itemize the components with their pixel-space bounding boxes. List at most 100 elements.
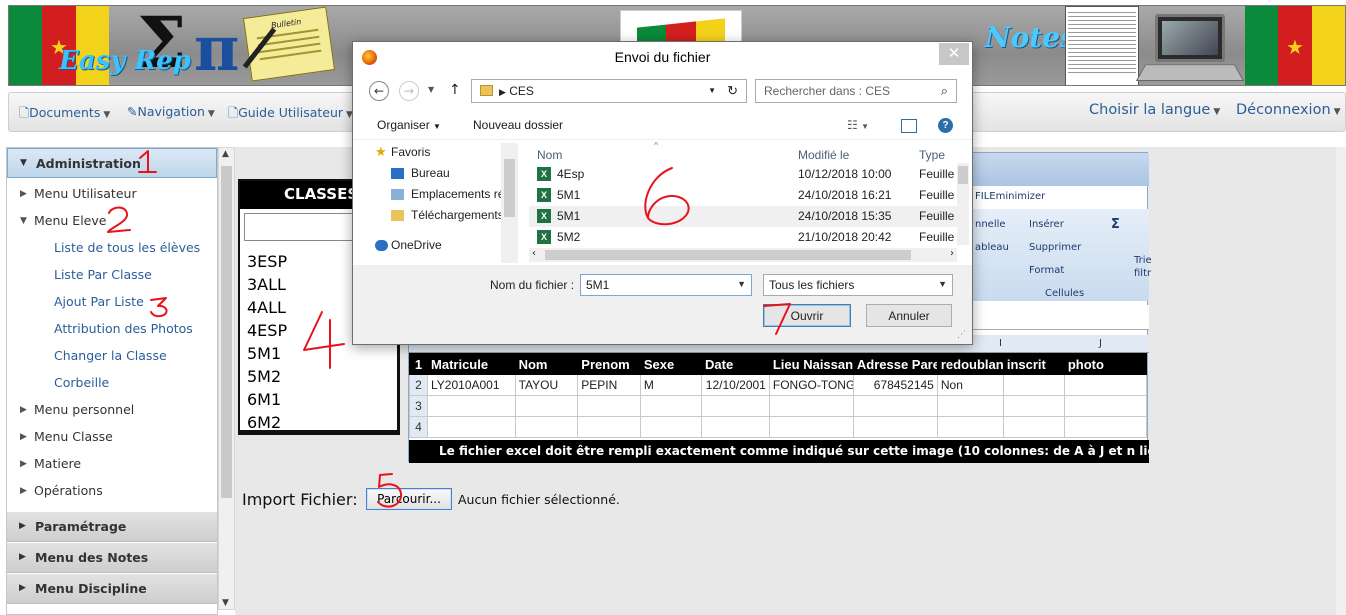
- excel-row-number: 1: [408, 353, 429, 375]
- scroll-right-icon[interactable]: ›: [950, 248, 954, 259]
- refresh-icon[interactable]: ↻: [727, 83, 738, 99]
- excel-caption: Le fichier excel doit être rempli exacte…: [409, 440, 1149, 463]
- class-list-item[interactable]: 6M1: [240, 388, 397, 411]
- scrollbar-thumb[interactable]: [504, 159, 515, 217]
- sidebar-section-administration[interactable]: ▼ Administration: [7, 148, 217, 178]
- sidebar-item-menu-classe[interactable]: ▶ Menu Classe: [7, 425, 217, 452]
- file-row[interactable]: X 5M1 24/10/2018 16:21 Feuille: [529, 185, 957, 206]
- app-root: ★ Σ π Bulletin Easy Rep Notes ★ 🗋Documen…: [0, 0, 1346, 615]
- excel-cell: TAYOU: [514, 374, 579, 396]
- column-name[interactable]: Nom: [537, 148, 562, 162]
- preview-pane-icon[interactable]: [901, 119, 917, 133]
- sidebar-item-matiere[interactable]: ▶ Matiere: [7, 452, 217, 479]
- star-icon: ★: [1286, 34, 1304, 59]
- caret-down-icon: ▼: [1333, 107, 1341, 117]
- sidebar-subitem-ajout-par-liste[interactable]: Ajout Par Liste: [7, 290, 217, 317]
- back-arrow-icon[interactable]: ←: [369, 81, 389, 101]
- file-row[interactable]: X 4Esp 10/12/2018 10:00 Feuille: [529, 164, 957, 185]
- excel-cell: [1002, 416, 1065, 438]
- view-options-icon[interactable]: ☷ ▼: [847, 118, 869, 132]
- nav-emplacements[interactable]: Emplacements ré: [375, 187, 501, 208]
- file-name: 5M2: [557, 230, 581, 244]
- excel-row-number: 4: [408, 416, 429, 438]
- nav-pane-label: Téléchargements: [411, 208, 501, 222]
- file-list-hscrollbar[interactable]: ‹ ›: [529, 248, 957, 262]
- file-modified: 10/12/2018 10:00: [798, 167, 892, 181]
- nav-pane-label: Favoris: [391, 145, 431, 159]
- sidebar-subitem-changer-classe[interactable]: Changer la Classe: [7, 344, 217, 371]
- nav-favorites[interactable]: ★ Favoris: [375, 145, 501, 166]
- file-list-vscrollbar[interactable]: [957, 163, 969, 245]
- excel-header-cell: Adresse Parent: [852, 353, 938, 375]
- open-button[interactable]: Ouvrir: [763, 304, 851, 327]
- class-list-item[interactable]: 5M2: [240, 365, 397, 388]
- excel-cell: [639, 395, 703, 417]
- caret-right-icon: ▶: [20, 459, 27, 469]
- nav-navigation[interactable]: ✎Navigation ▼: [127, 104, 215, 119]
- file-row[interactable]: X 5M1 24/10/2018 15:35 Feuille: [529, 206, 957, 227]
- class-list-item[interactable]: 6M2: [240, 411, 397, 434]
- scroll-left-icon[interactable]: ‹: [532, 248, 536, 259]
- browse-button[interactable]: Parcourir...: [366, 488, 452, 510]
- nav-bureau[interactable]: Bureau: [375, 166, 501, 187]
- sidebar-section-discipline[interactable]: ▶ Menu Discipline: [7, 574, 217, 604]
- excel-header-cell: Matricule: [427, 353, 516, 375]
- path-text: CES: [509, 84, 534, 98]
- sidebar-item-menu-eleve[interactable]: ▼ Menu Eleve: [7, 209, 217, 236]
- nav-language[interactable]: Choisir la langue ▼: [1089, 102, 1220, 118]
- nav-telechargements[interactable]: Téléchargements: [375, 208, 501, 229]
- scrollbar-thumb[interactable]: [221, 166, 232, 498]
- excel-cell: FONGO-TONGO: [768, 374, 854, 396]
- caret-down-icon: ▼: [20, 158, 27, 168]
- excel-cell: [639, 416, 703, 438]
- sidebar-subitem-corbeille[interactable]: Corbeille: [7, 371, 217, 398]
- scroll-up-icon[interactable]: ▲: [222, 149, 229, 159]
- sidebar-scrollbar[interactable]: ▲ ▼: [218, 147, 235, 610]
- nav-documents[interactable]: 🗋Documents ▼: [19, 104, 110, 125]
- caret-down-icon[interactable]: ▼: [737, 279, 746, 289]
- page-scrollbar[interactable]: [1336, 147, 1346, 615]
- scroll-down-icon[interactable]: ▼: [222, 598, 229, 608]
- file-name: 5M1: [557, 188, 581, 202]
- scrollbar-thumb[interactable]: [958, 166, 968, 184]
- sidebar-item-menu-utilisateur[interactable]: ▶ Menu Utilisateur: [7, 182, 217, 209]
- sidebar-subitem-liste-eleves[interactable]: Liste de tous les élèves: [7, 236, 217, 263]
- search-input[interactable]: Rechercher dans : CES ⌕: [755, 79, 957, 103]
- file-row[interactable]: X 5M2 21/10/2018 20:42 Feuille: [529, 227, 957, 248]
- sidebar-subitem-attribution-photos[interactable]: Attribution des Photos: [7, 317, 217, 344]
- help-icon[interactable]: ?: [938, 118, 953, 133]
- class-list-item[interactable]: 5M1: [240, 342, 397, 365]
- nav-pane-label: OneDrive: [391, 238, 442, 252]
- cancel-button[interactable]: Annuler: [866, 304, 952, 327]
- filename-input[interactable]: 5M1 ▼: [580, 274, 752, 296]
- dialog-titlebar[interactable]: Envoi du fichier ✕: [353, 42, 972, 71]
- file-type-select[interactable]: Tous les fichiers ▼: [763, 274, 953, 296]
- caret-down-icon: ▼: [1213, 107, 1221, 117]
- sidebar-section-parametrage[interactable]: ▶ Paramétrage: [7, 512, 217, 542]
- scrollbar-thumb[interactable]: [545, 250, 911, 260]
- nav-logout[interactable]: Déconnexion ▼: [1236, 102, 1341, 118]
- recent-dropdown-icon[interactable]: ▼: [428, 85, 434, 94]
- new-folder-button[interactable]: Nouveau dossier: [473, 118, 563, 132]
- sidebar-item-label: Menu personnel: [34, 402, 135, 417]
- sidebar-subitem-liste-par-classe[interactable]: Liste Par Classe: [7, 263, 217, 290]
- organize-button[interactable]: Organiser ▼: [377, 118, 441, 132]
- path-input[interactable]: ▶ CES ▼ ↻: [471, 79, 747, 103]
- excel-cell: LY2010A001: [427, 374, 516, 396]
- column-type[interactable]: Type: [919, 148, 945, 162]
- excel-fileminimizer: FILEminimizer: [975, 191, 1046, 202]
- sidebar-item-menu-personnel[interactable]: ▶ Menu personnel: [7, 398, 217, 425]
- resize-grip-icon[interactable]: ⋰: [957, 330, 966, 340]
- forward-arrow-icon[interactable]: →: [399, 81, 419, 101]
- dialog-close-button[interactable]: ✕: [939, 43, 969, 65]
- caret-down-icon: ▼: [938, 279, 947, 289]
- cloud-icon: [375, 240, 388, 251]
- path-dropdown-icon[interactable]: ▼: [708, 86, 716, 95]
- nav-pane-scrollbar[interactable]: [501, 143, 518, 263]
- nav-onedrive[interactable]: OneDrive: [375, 238, 501, 259]
- nav-guide[interactable]: 🗋Guide Utilisateur ▼: [228, 104, 353, 125]
- up-arrow-icon[interactable]: ↑: [449, 82, 461, 98]
- sidebar-section-notes[interactable]: ▶ Menu des Notes: [7, 543, 217, 573]
- column-modified[interactable]: Modifié le: [798, 148, 849, 162]
- sidebar-item-operations[interactable]: ▶ Opérations: [7, 479, 217, 506]
